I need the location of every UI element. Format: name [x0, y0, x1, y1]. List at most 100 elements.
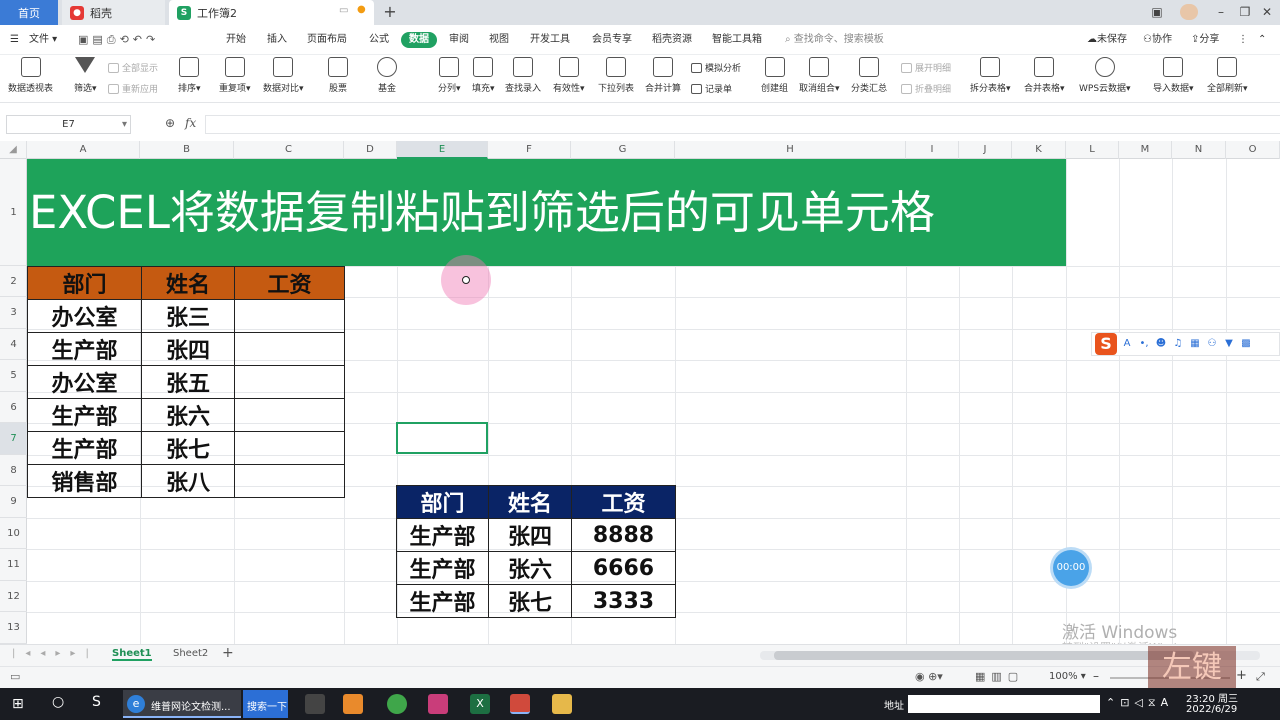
column-header-h[interactable]: H — [675, 141, 906, 159]
zoom-in-plus-icon[interactable]: + — [1236, 668, 1247, 683]
cell-department[interactable]: 办公室 — [27, 365, 142, 399]
user-icon[interactable]: ⚇ — [1205, 337, 1219, 351]
unsaved-button[interactable]: ☁未保存 — [1087, 32, 1127, 48]
menu-developer[interactable]: 开发工具 — [530, 32, 570, 48]
pinned-app-player-icon[interactable] — [343, 694, 363, 714]
compare-button[interactable]: 数据对比▾ — [263, 57, 304, 94]
selected-cell-e7[interactable] — [396, 422, 488, 454]
column-header-o[interactable]: O — [1226, 141, 1280, 159]
menu-review[interactable]: 审阅 — [449, 32, 469, 48]
header-name[interactable]: 姓名 — [141, 266, 235, 300]
fund-button[interactable]: 基金 — [377, 57, 397, 94]
zoom-out-icon[interactable]: – — [1093, 669, 1099, 683]
collab-button[interactable]: ⚇协作 — [1143, 32, 1172, 48]
taskbar-search-button[interactable]: 搜索一下 — [243, 690, 288, 718]
cell-name[interactable]: 张八 — [141, 464, 235, 498]
column-header-g[interactable]: G — [571, 141, 675, 159]
fullscreen-icon[interactable]: ⤢ — [1256, 670, 1265, 684]
validity-button[interactable]: 有效性▾ — [553, 57, 585, 94]
emoji-icon[interactable]: ☻ — [1154, 337, 1168, 351]
menu-data[interactable]: 数据 — [401, 32, 437, 48]
keyboard-icon[interactable]: ▦ — [1188, 337, 1202, 351]
refresh-all-button[interactable]: 全部刷新▾ — [1207, 57, 1248, 94]
column-header-i[interactable]: I — [906, 141, 959, 159]
sogou-ime-icon[interactable]: S — [1095, 333, 1117, 355]
cell-name[interactable]: 张三 — [141, 299, 235, 333]
show-all-button[interactable]: 全部显示 — [108, 61, 158, 74]
column-header-d[interactable]: D — [344, 141, 397, 159]
expand-detail-button[interactable]: 展开明细 — [901, 61, 951, 74]
recording-timer[interactable]: 00:00 — [1053, 550, 1089, 586]
cell-name[interactable]: 张五 — [141, 365, 235, 399]
sheet-tab-sheet1[interactable]: Sheet1 — [112, 648, 152, 661]
ime-toolbar[interactable]: S A •, ☻ ♫ ▦ ⚇ ▼ ▩ — [1091, 332, 1280, 356]
column-header-k[interactable]: K — [1012, 141, 1066, 159]
apps-grid-icon[interactable]: ▩ — [1239, 337, 1253, 351]
menu-smart-toolbox[interactable]: 智能工具箱 — [712, 32, 762, 48]
fill-button[interactable]: 填充▾ — [472, 57, 495, 94]
cell-name[interactable]: 张七 — [141, 431, 235, 465]
windows-start-icon[interactable]: ⊞ — [12, 696, 24, 712]
system-tray-icons[interactable]: ⌃⊡◁⧖A — [1106, 696, 1173, 710]
menu-docer-resources[interactable]: 稻壳资源 — [652, 32, 692, 48]
menu-start[interactable]: 开始 — [226, 32, 246, 48]
cell-name[interactable]: 张四 — [141, 332, 235, 366]
cell-department[interactable]: 销售部 — [27, 464, 142, 498]
cell-salary[interactable]: 6666 — [571, 551, 676, 585]
cell-salary[interactable]: 3333 — [571, 584, 676, 618]
row-header-7[interactable]: 7 — [0, 423, 27, 455]
row-header-10[interactable]: 10 — [0, 518, 27, 549]
cell-salary[interactable] — [234, 464, 345, 498]
cell-department[interactable]: 生产部 — [27, 431, 142, 465]
cell-salary[interactable] — [234, 398, 345, 432]
import-data-button[interactable]: 导入数据▾ — [1153, 57, 1194, 94]
minimize-icon[interactable]: – — [1212, 4, 1230, 20]
app-s-icon[interactable]: S — [92, 694, 101, 710]
quick-access-toolbar[interactable]: ▣▤⎙⟲↶↷ — [78, 32, 159, 48]
record-form-button[interactable]: 记录单 — [691, 82, 732, 95]
eye-protection-icon[interactable]: ◉ ⊕▾ — [915, 670, 943, 683]
sheet-nav-arrows[interactable]: |◂◂▸▸| — [12, 648, 99, 659]
more-icon[interactable]: ⋮ — [1238, 32, 1248, 48]
row-header-8[interactable]: 8 — [0, 455, 27, 486]
tab-home[interactable]: 首页 — [0, 0, 58, 25]
row-header-3[interactable]: 3 — [0, 297, 27, 329]
command-search[interactable]: ⌕ 查找命令、搜索模板 — [785, 32, 884, 48]
pinned-app-folder-icon[interactable] — [552, 694, 572, 714]
merge-calc-button[interactable]: 合并计算 — [645, 57, 681, 94]
row-header-1[interactable]: 1 — [0, 159, 27, 266]
column-header-a[interactable]: A — [27, 141, 140, 159]
header-salary[interactable]: 工资 — [571, 485, 676, 519]
row-header-5[interactable]: 5 — [0, 360, 27, 392]
duplicates-button[interactable]: 重复项▾ — [219, 57, 251, 94]
menu-member[interactable]: 会员专享 — [592, 32, 632, 48]
clock-date[interactable]: 2022/6/29 — [1186, 704, 1237, 715]
stocks-button[interactable]: 股票 — [328, 57, 348, 94]
tab-docer[interactable]: ● 稻壳 — [62, 0, 165, 25]
zoom-level[interactable]: 100% ▾ — [1049, 671, 1086, 682]
wps-cloud-data-button[interactable]: WPS云数据▾ — [1079, 57, 1131, 94]
paste-source-table[interactable]: 部门 姓名 工资 生产部 张四 8888 生产部 张六 6666 生产部 张七 3333 — [396, 485, 676, 618]
pinned-app-browser-icon[interactable] — [387, 694, 407, 714]
reapply-button[interactable]: 重新应用 — [108, 82, 158, 95]
source-table[interactable]: 部门 姓名 工资 办公室 张三 生产部 张四 办公室 张五 生产部 张六 生产部 张七 销… — [27, 266, 345, 498]
monitor-icon[interactable]: ▭ — [339, 5, 348, 16]
column-header-l[interactable]: L — [1066, 141, 1119, 159]
header-name[interactable]: 姓名 — [488, 485, 572, 519]
cell-salary[interactable] — [234, 365, 345, 399]
menu-view[interactable]: 视图 — [489, 32, 509, 48]
filter-button[interactable]: 筛选▾ — [74, 57, 97, 94]
cell-department[interactable]: 生产部 — [396, 584, 489, 618]
menu-file[interactable]: 文件 ▾ — [29, 32, 57, 48]
lookup-entry-button[interactable]: 查找录入 — [505, 57, 541, 94]
pinned-app-excel-icon[interactable]: X — [470, 694, 490, 714]
tile-windows-icon[interactable]: ▣ — [1148, 4, 1166, 20]
collapse-detail-button[interactable]: 折叠明细 — [901, 82, 951, 95]
hamburger-icon[interactable]: ☰ — [10, 32, 19, 48]
skin-shirt-icon[interactable]: ▼ — [1222, 337, 1236, 351]
cell-name[interactable]: 张六 — [488, 551, 572, 585]
cell-department[interactable]: 办公室 — [27, 299, 142, 333]
menu-page-layout[interactable]: 页面布局 — [307, 32, 347, 48]
merge-table-button[interactable]: 合并表格▾ — [1024, 57, 1065, 94]
fx-icon[interactable]: fx — [185, 116, 196, 130]
